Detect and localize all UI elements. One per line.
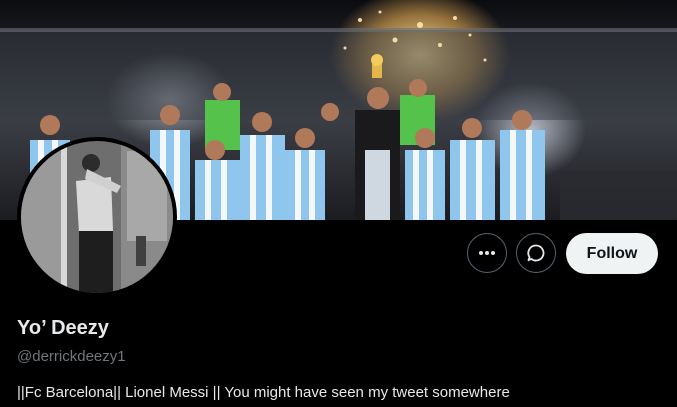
profile-bio: ||Fc Barcelona|| Lionel Messi || You mig… [17, 384, 510, 401]
avatar-photo [21, 141, 173, 293]
chat-bubble-icon [527, 244, 545, 262]
more-horizontal-icon [479, 251, 495, 255]
profile-avatar[interactable] [17, 137, 177, 297]
message-button[interactable] [516, 233, 556, 273]
profile-display-name: Yo’ Deezy [17, 317, 109, 339]
more-options-button[interactable] [467, 233, 507, 273]
profile-handle: @derrickdeezy1 [17, 348, 126, 365]
follow-button[interactable]: Follow [566, 233, 658, 274]
